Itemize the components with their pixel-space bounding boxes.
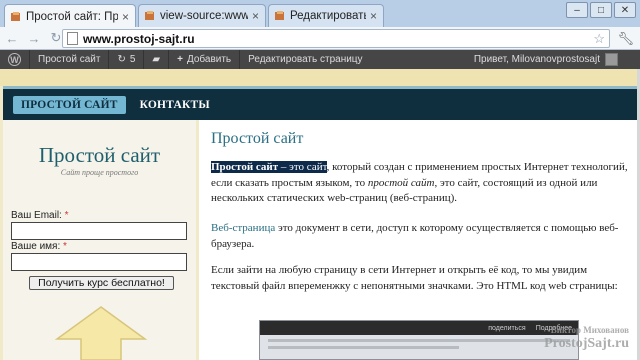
tab-view-source[interactable]: view-source:www.pr × <box>138 4 266 27</box>
browser-toolbar: ← → ↻ www.prostoj-sajt.ru ☆ 🔧︎ <box>0 27 640 50</box>
forward-arrow-icon[interactable]: → <box>24 29 44 47</box>
site-favicon-icon <box>145 11 154 20</box>
tab-title: Редактировать тем <box>290 10 366 22</box>
required-mark: * <box>64 210 69 221</box>
highlighted-term: Простой сайт <box>211 161 279 173</box>
comment-bubble-icon: ▰ <box>152 54 161 65</box>
back-arrow-icon[interactable]: ← <box>2 29 22 47</box>
site-favicon-icon <box>11 11 20 21</box>
plus-icon: + <box>177 54 183 65</box>
updates-link[interactable]: ↻ 5 <box>109 50 143 69</box>
highlighted-dash: – это сайт <box>278 161 327 173</box>
site-favicon-icon <box>275 11 284 20</box>
name-field[interactable] <box>11 253 187 271</box>
close-tab-icon[interactable]: × <box>370 9 377 23</box>
window-controls: – □ ✕ <box>566 2 636 18</box>
share-link[interactable]: поделиться <box>488 325 525 332</box>
sidebar: Простой сайт Сайт проще простого Ваш Ema… <box>3 120 196 360</box>
avatar <box>605 53 618 66</box>
edit-page-link[interactable]: Редактировать страницу <box>240 50 370 69</box>
maximize-button[interactable]: □ <box>590 2 612 18</box>
wrench-icon[interactable]: 🔧︎ <box>617 31 634 47</box>
tab-edit-theme[interactable]: Редактировать тем × <box>268 4 384 27</box>
refresh-icon: ↻ <box>117 54 126 65</box>
code-line <box>268 339 570 342</box>
email-label: Ваш Email: * <box>11 210 69 221</box>
updates-count: 5 <box>129 54 136 65</box>
add-new-label: Добавить <box>186 54 232 65</box>
browser-tab-strip: Простой сайт: Прос × view-source:www.pr … <box>0 0 640 28</box>
menu-item-contacts[interactable]: КОНТАКТЫ <box>132 96 218 114</box>
site-tagline: Сайт проще простого <box>60 168 139 177</box>
site-navigation: ПРОСТОЙ САЙТ КОНТАКТЫ <box>3 86 637 120</box>
page-icon <box>67 32 78 45</box>
web-page: ПРОСТОЙ САЙТ КОНТАКТЫ Простой сайт Сайт … <box>0 69 640 360</box>
comments-link[interactable]: ▰ <box>144 50 168 69</box>
minimize-button[interactable]: – <box>566 2 588 18</box>
required-mark: * <box>63 241 67 252</box>
tab-title: view-source:www.pr <box>160 10 248 22</box>
wp-admin-bar: W Простой сайт ↻ 5 ▰ + Добавить Редактир… <box>0 50 640 69</box>
watermark-site: ProstojSajt.ru <box>544 336 629 351</box>
paragraph-1: Простой сайт – это сайт, который создан … <box>211 160 629 207</box>
greeting-text: Привет, Milovanovprostosajt <box>473 54 600 65</box>
video-toolbar: поделиться Подробнее <box>260 321 578 335</box>
paragraph-2: Веб-страница это документ в сети, доступ… <box>211 221 629 252</box>
email-label-text: Ваш Email: <box>11 210 62 221</box>
watermark-author: Виктор Михованов <box>550 325 629 335</box>
address-bar[interactable]: www.prostoj-sajt.ru ☆ <box>62 29 610 48</box>
tab-prostoj-sajt[interactable]: Простой сайт: Прос × <box>4 4 136 28</box>
email-field[interactable] <box>11 222 187 240</box>
code-line <box>268 346 459 349</box>
web-page-link[interactable]: Веб-страница <box>211 222 275 234</box>
close-tab-icon[interactable]: × <box>122 10 129 24</box>
up-arrow-icon <box>54 306 148 360</box>
post-title: Простой сайт <box>211 130 304 147</box>
site-title[interactable]: Простой сайт <box>3 143 196 168</box>
wordpress-logo-icon: W <box>8 53 21 66</box>
bookmark-star-icon[interactable]: ☆ <box>593 31 605 47</box>
tab-title: Простой сайт: Прос <box>26 10 118 23</box>
embedded-video[interactable]: поделиться Подробнее <box>259 320 579 360</box>
get-course-button[interactable]: Получить курс бесплатно! <box>29 276 174 290</box>
close-tab-icon[interactable]: × <box>252 9 259 23</box>
add-new-link[interactable]: + Добавить <box>169 50 239 69</box>
paragraph-3: Если зайти на любую страницу в сети Инте… <box>211 264 618 292</box>
name-label: Ваше имя: * <box>11 241 67 252</box>
account-menu[interactable]: Привет, Milovanovprostosajt <box>474 50 618 69</box>
top-stripe <box>0 69 640 86</box>
close-window-button[interactable]: ✕ <box>614 2 636 18</box>
menu-item-home[interactable]: ПРОСТОЙ САЙТ <box>13 95 126 114</box>
emphasis-text: простой сайт <box>367 176 435 189</box>
site-name-link[interactable]: Простой сайт <box>30 50 108 69</box>
post-content: Простой сайт Простой сайт – это сайт, ко… <box>199 120 637 360</box>
url-text[interactable]: www.prostoj-sajt.ru <box>83 32 195 46</box>
name-label-text: Ваше имя: <box>11 241 61 252</box>
wp-logo-menu[interactable]: W <box>0 50 29 69</box>
